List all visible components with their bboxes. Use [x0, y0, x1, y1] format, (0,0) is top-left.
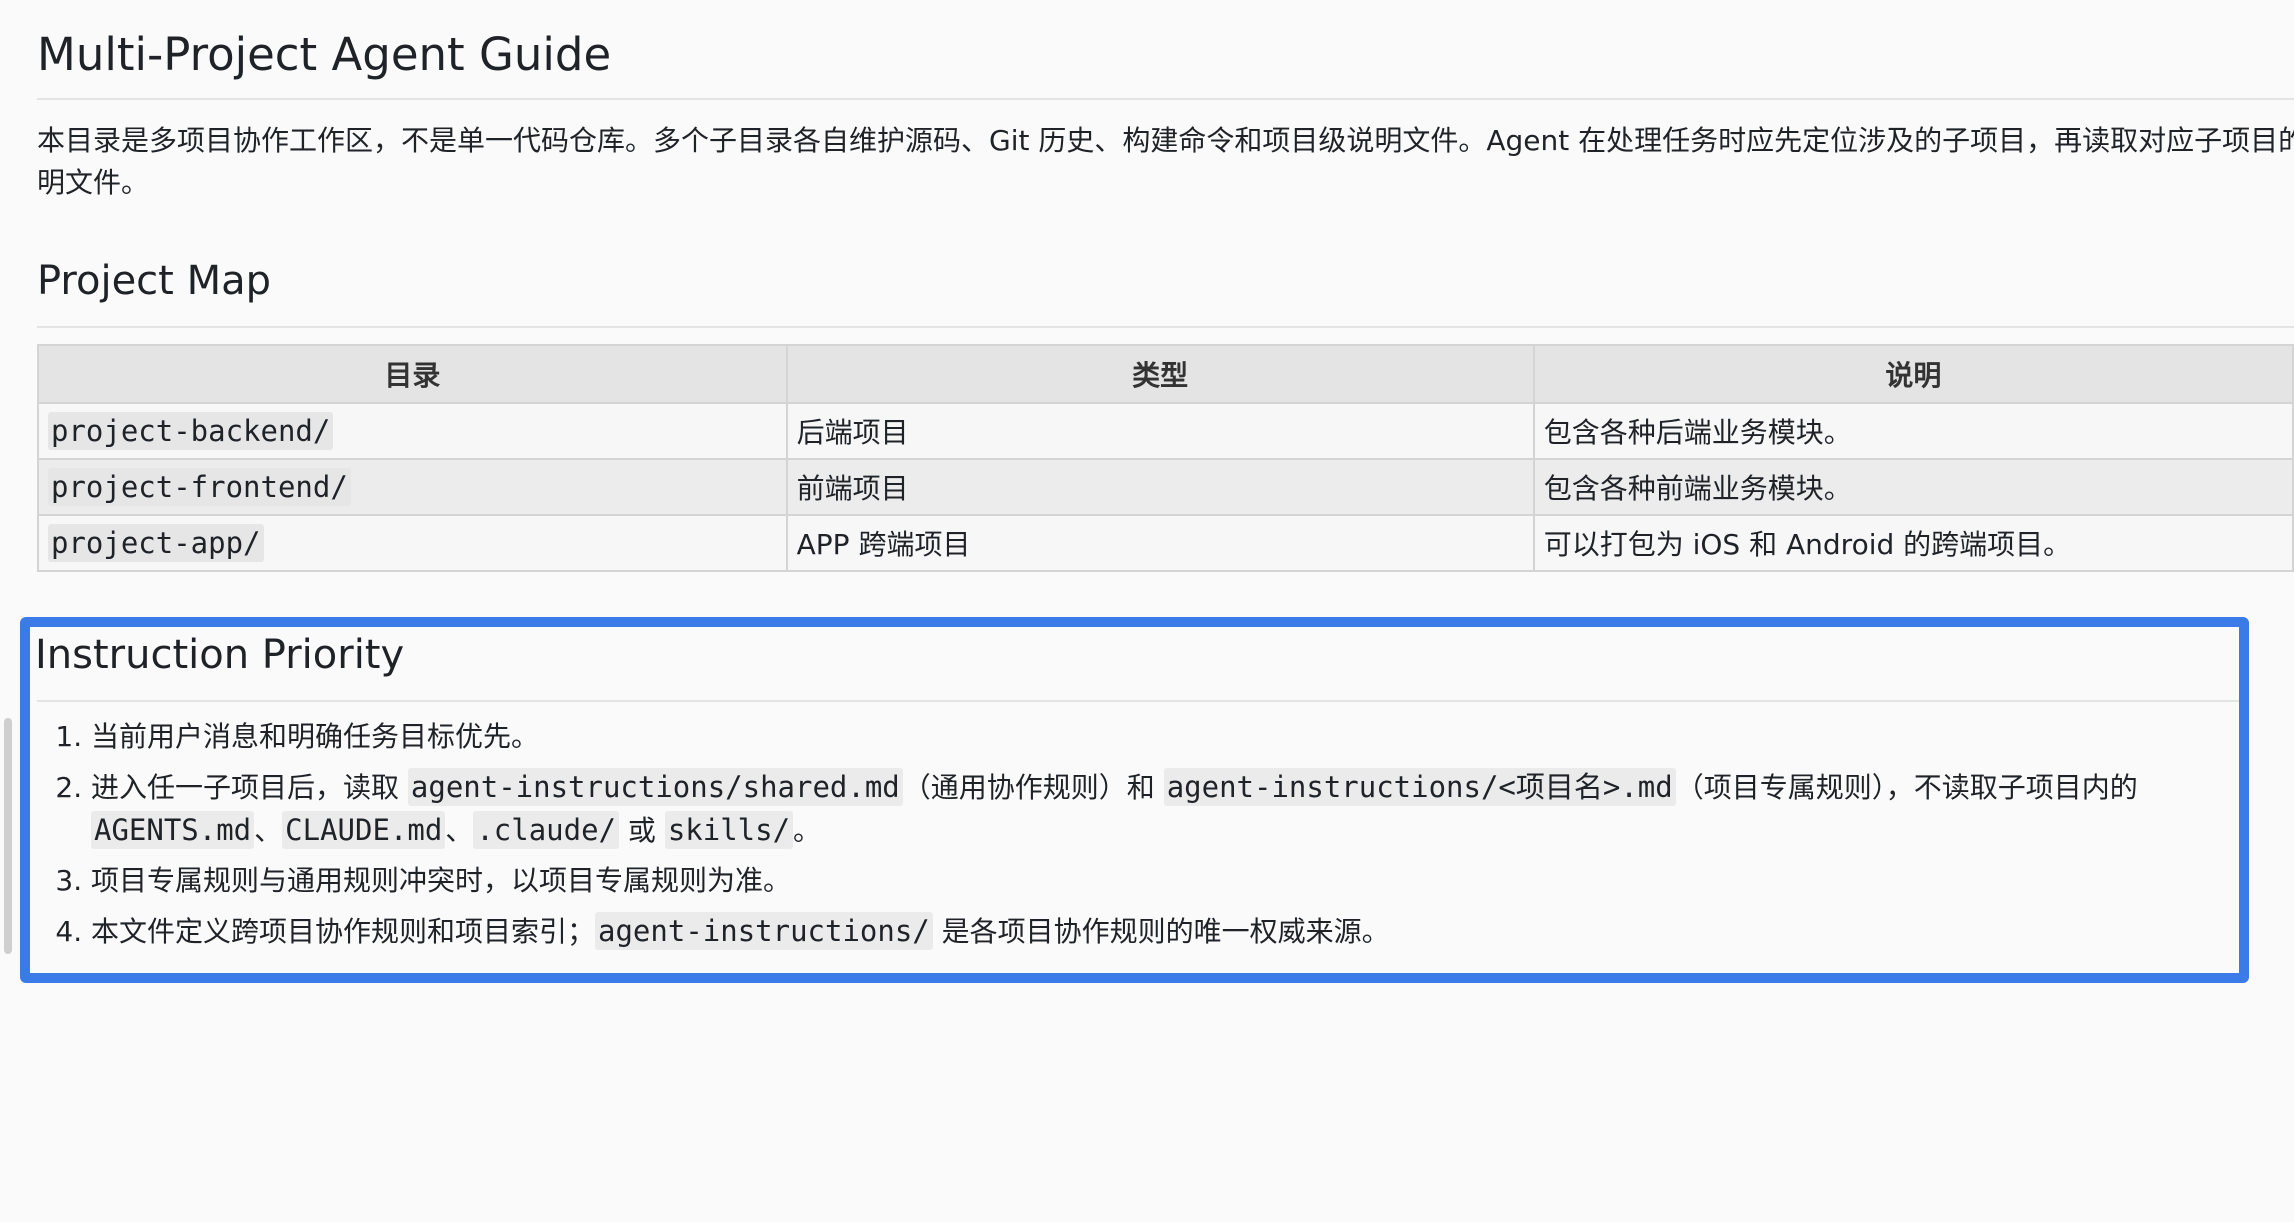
inline-code: project-app/ — [48, 524, 264, 562]
project-map-table: 目录 类型 说明 project-backend/ 后端项目 包含各种后端业务模… — [37, 344, 2294, 572]
table-header-row: 目录 类型 说明 — [37, 344, 2294, 404]
table-cell-dir: project-app/ — [37, 514, 788, 572]
intro-paragraph: 本目录是多项目协作工作区，不是单一代码仓库。多个子目录各自维护源码、Git 历史… — [37, 124, 2294, 199]
table-row: project-backend/ 后端项目 包含各种后端业务模块。 — [37, 402, 2294, 460]
table-row: project-frontend/ 前端项目 包含各种前端业务模块。 — [37, 458, 2294, 516]
page-title: Multi-Project Agent Guide — [37, 28, 612, 81]
table-cell-desc: 包含各种前端业务模块。 — [1532, 458, 2294, 516]
selection-highlight-box — [20, 617, 2249, 983]
inline-code: project-frontend/ — [48, 468, 351, 506]
column-header-desc: 说明 — [1532, 344, 2294, 404]
table-cell-desc: 包含各种后端业务模块。 — [1532, 402, 2294, 460]
table-cell-type: APP 跨端项目 — [785, 514, 1535, 572]
column-header-dir: 目录 — [37, 344, 788, 404]
project-map-heading: Project Map — [37, 258, 271, 304]
table-cell-dir: project-backend/ — [37, 402, 788, 460]
title-divider — [37, 98, 2294, 100]
scrollbar-thumb[interactable] — [4, 718, 12, 954]
column-header-type: 类型 — [785, 344, 1535, 404]
inline-code: project-backend/ — [48, 412, 334, 450]
table-row: project-app/ APP 跨端项目 可以打包为 iOS 和 Androi… — [37, 514, 2294, 572]
table-cell-dir: project-frontend/ — [37, 458, 788, 516]
table-cell-type: 后端项目 — [785, 402, 1535, 460]
project-map-divider — [37, 326, 2294, 328]
table-cell-desc: 可以打包为 iOS 和 Android 的跨端项目。 — [1532, 514, 2294, 572]
table-cell-type: 前端项目 — [785, 458, 1535, 516]
